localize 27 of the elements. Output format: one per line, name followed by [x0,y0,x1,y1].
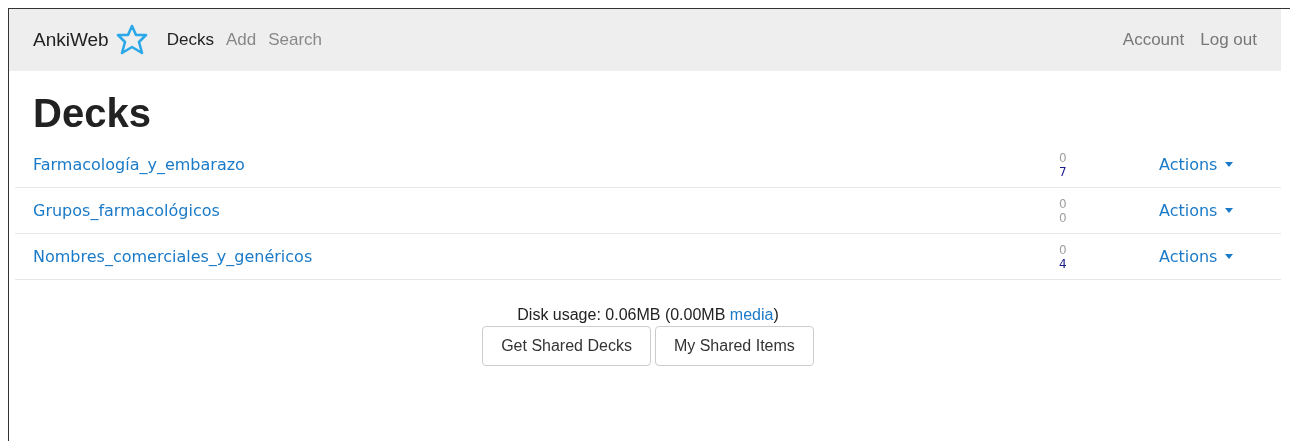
due-count: 0 [1059,210,1068,225]
brand-logo-text[interactable]: AnkiWeb [33,29,109,51]
shared-button[interactable]: Get Shared Decks [482,326,651,366]
star-icon [114,23,149,57]
actions-dropdown[interactable]: Actions [1159,247,1281,266]
media-link[interactable]: media [729,306,774,323]
nav-link[interactable]: Decks [166,30,214,50]
page-heading: Decks [33,91,152,136]
caret-icon [1225,254,1234,259]
nav-link[interactable]: Add [225,30,257,50]
actions-dropdown[interactable]: Actions [1159,155,1281,174]
due-count: 0 [1059,150,1068,165]
nav-link[interactable]: Search [268,30,323,50]
disk-usage-text: Disk usage: 0.06MB (0.00MB media) [517,306,779,324]
shared-button[interactable]: My Shared Items [654,326,814,366]
nav-link[interactable]: Account [1122,30,1185,50]
deck-link[interactable]: Nombres_comerciales_y_genéricos [15,247,1059,266]
nav-link[interactable]: Log out [1200,30,1257,50]
caret-icon [1225,162,1234,167]
due-count: 0 [1059,242,1068,257]
caret-icon [1225,208,1234,213]
actions-dropdown[interactable]: Actions [1159,201,1281,220]
due-count: 4 [1059,256,1068,271]
deck-link[interactable]: Grupos_farmacológicos [15,201,1059,220]
deck-link[interactable]: Farmacología_y_embarazo [15,155,1059,174]
due-count: 7 [1059,164,1068,179]
due-count: 0 [1059,196,1068,211]
